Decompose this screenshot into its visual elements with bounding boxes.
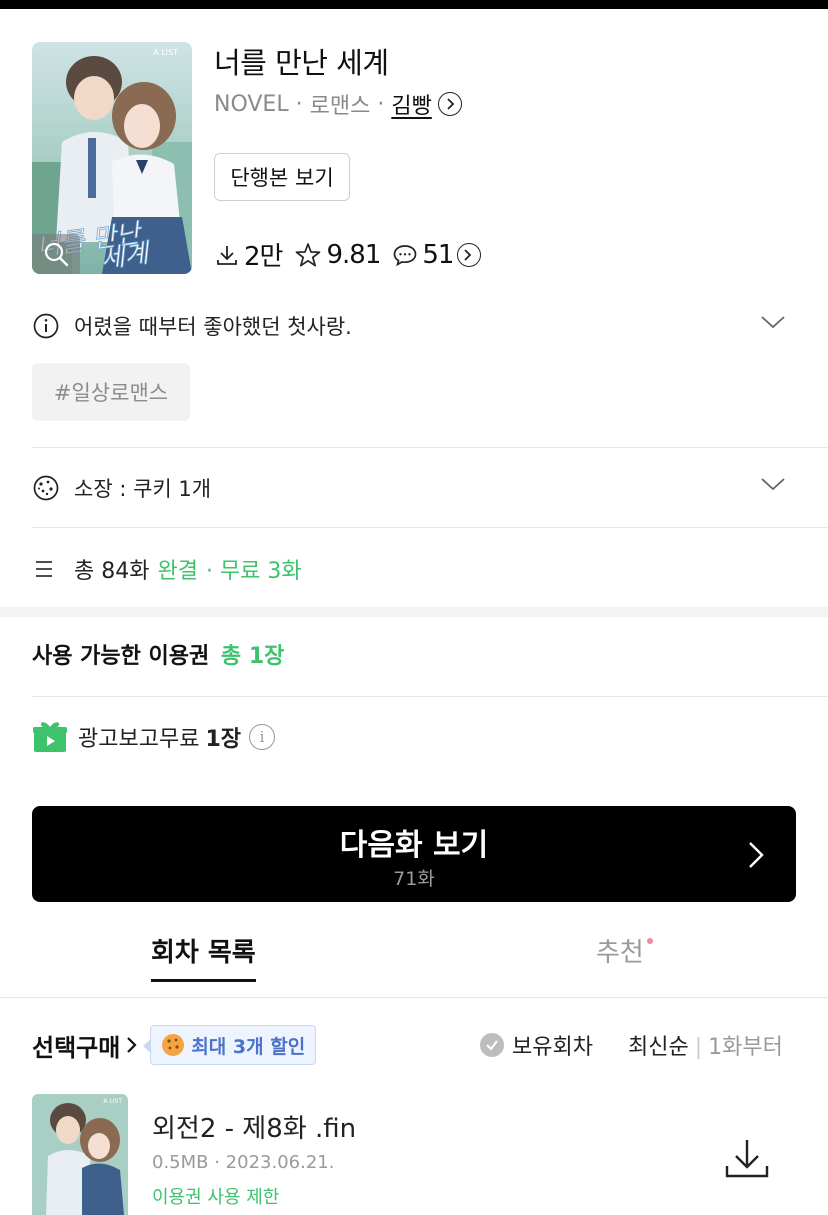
tab-divider — [0, 997, 828, 998]
sort-separator: | — [694, 1035, 703, 1060]
chevron-down-icon[interactable] — [760, 314, 786, 330]
sort-first[interactable]: 1화부터 — [708, 1035, 783, 1060]
tab-recommend[interactable]: 추천 — [596, 932, 653, 969]
owned-filter-toggle[interactable]: 보유회차 — [480, 1029, 593, 1061]
section-divider — [0, 607, 828, 617]
owned-cookie-text: 소장 : 쿠키 1개 — [74, 477, 212, 501]
rating-value: 9.81 — [326, 239, 381, 270]
next-episode-number: 71화 — [393, 868, 435, 890]
meta-separator: · — [295, 91, 303, 117]
download-count: 2만 — [244, 242, 283, 272]
episode-summary: 총 84화 완결 · 무료 3화 — [32, 549, 302, 589]
ticket-info-icon[interactable]: i — [249, 724, 276, 750]
magnifier-icon — [44, 242, 69, 267]
book-meta: NOVEL · 로맨스 · 김빵 — [214, 88, 462, 120]
info-icon — [33, 313, 59, 339]
download-stat: 2만 — [214, 236, 283, 273]
zoom-cover-button[interactable] — [32, 234, 80, 274]
comments-chevron-icon[interactable] — [457, 242, 482, 267]
star-icon — [296, 242, 321, 266]
gift-ticket-icon — [33, 722, 67, 752]
ad-ticket-row[interactable]: 광고보고무료 1장 i — [32, 716, 276, 758]
completion-status: 완결 — [157, 559, 198, 584]
chevron-right-icon — [127, 1037, 137, 1053]
author-chevron-icon[interactable] — [437, 92, 462, 116]
status-bar-edge — [0, 0, 828, 9]
tickets-title: 사용 가능한 이용권 — [32, 644, 210, 669]
tickets-total: 총 1장 — [220, 644, 285, 669]
tickets-heading: 사용 가능한 이용권 총 1장 — [32, 638, 284, 670]
free-episodes: · 무료 3화 — [205, 559, 302, 584]
discount-badge: 최대 3개 할인 — [143, 1025, 317, 1065]
divider — [32, 527, 828, 528]
cookie-icon — [33, 475, 59, 501]
select-purchase-button[interactable]: 선택구매 — [32, 1028, 138, 1063]
chevron-right-icon — [749, 842, 764, 868]
sort-options: 최신순 | 1화부터 — [628, 1029, 783, 1061]
owned-filter-label: 보유회차 — [512, 1035, 593, 1060]
tab-recommend-label: 추천 — [596, 938, 644, 968]
cookie-icon — [162, 1034, 185, 1056]
download-icon — [217, 245, 237, 265]
svg-text:세계: 세계 — [99, 238, 154, 274]
new-dot-badge — [646, 938, 653, 944]
ad-ticket-count: 1장 — [205, 727, 242, 752]
ad-ticket-label: 광고보고무료 — [78, 727, 200, 752]
divider — [32, 696, 828, 697]
thumbnail-illustration: A LIST — [32, 1094, 128, 1215]
comment-count: 51 — [422, 239, 454, 270]
synopsis-text: 어렸을 때부터 좋아했던 첫사랑. — [74, 315, 352, 339]
list-icon — [36, 561, 52, 577]
check-icon — [480, 1033, 504, 1057]
sort-newest[interactable]: 최신순 — [628, 1035, 689, 1060]
comment-icon — [394, 244, 417, 266]
episode-meta: 0.5MB · 2023.06.21. — [152, 1152, 335, 1173]
next-episode-label: 다음화 보기 — [339, 828, 489, 863]
episode-list-header: 선택구매 최대 3개 할인 보유회차 최신순 | 1화부터 — [32, 1024, 796, 1066]
book-stats: 2만 9.81 51 — [214, 236, 493, 273]
episode-restriction: 이용권 사용 제한 — [152, 1187, 280, 1208]
comment-stat[interactable]: 51 — [392, 239, 482, 270]
discount-text: 최대 3개 할인 — [191, 1035, 306, 1058]
divider — [32, 447, 828, 448]
download-icon[interactable] — [722, 1136, 772, 1182]
author-link[interactable]: 김빵 — [391, 88, 431, 120]
chevron-down-icon[interactable] — [760, 476, 786, 492]
volume-view-button[interactable]: 단행본 보기 — [214, 153, 350, 201]
synopsis-row[interactable]: 어렸을 때부터 좋아했던 첫사랑. — [32, 306, 796, 346]
book-format: NOVEL — [214, 91, 289, 117]
select-purchase-label: 선택구매 — [32, 1033, 121, 1062]
thumbnail-label: A LIST — [103, 1098, 122, 1105]
tab-episode-list[interactable]: 회차 목록 — [151, 932, 256, 982]
book-cover[interactable]: A LIST 너를 만난 세계 — [32, 42, 192, 274]
rating-stat: 9.81 — [294, 239, 381, 270]
meta-separator: · — [377, 91, 385, 117]
owned-cookie-row[interactable]: 소장 : 쿠키 1개 — [32, 468, 796, 508]
book-title: 너를 만난 세계 — [214, 46, 389, 80]
next-episode-button[interactable]: 다음화 보기 71화 — [32, 806, 796, 902]
cover-label: A LIST — [153, 48, 178, 57]
episode-total: 총 84화 — [74, 559, 150, 584]
episode-thumbnail[interactable]: A LIST — [32, 1094, 128, 1215]
tag-chip[interactable]: #일상로맨스 — [32, 363, 190, 421]
episode-title[interactable]: 외전2 - 제8화 .fin — [152, 1108, 356, 1145]
book-genre: 로맨스 — [309, 94, 371, 119]
